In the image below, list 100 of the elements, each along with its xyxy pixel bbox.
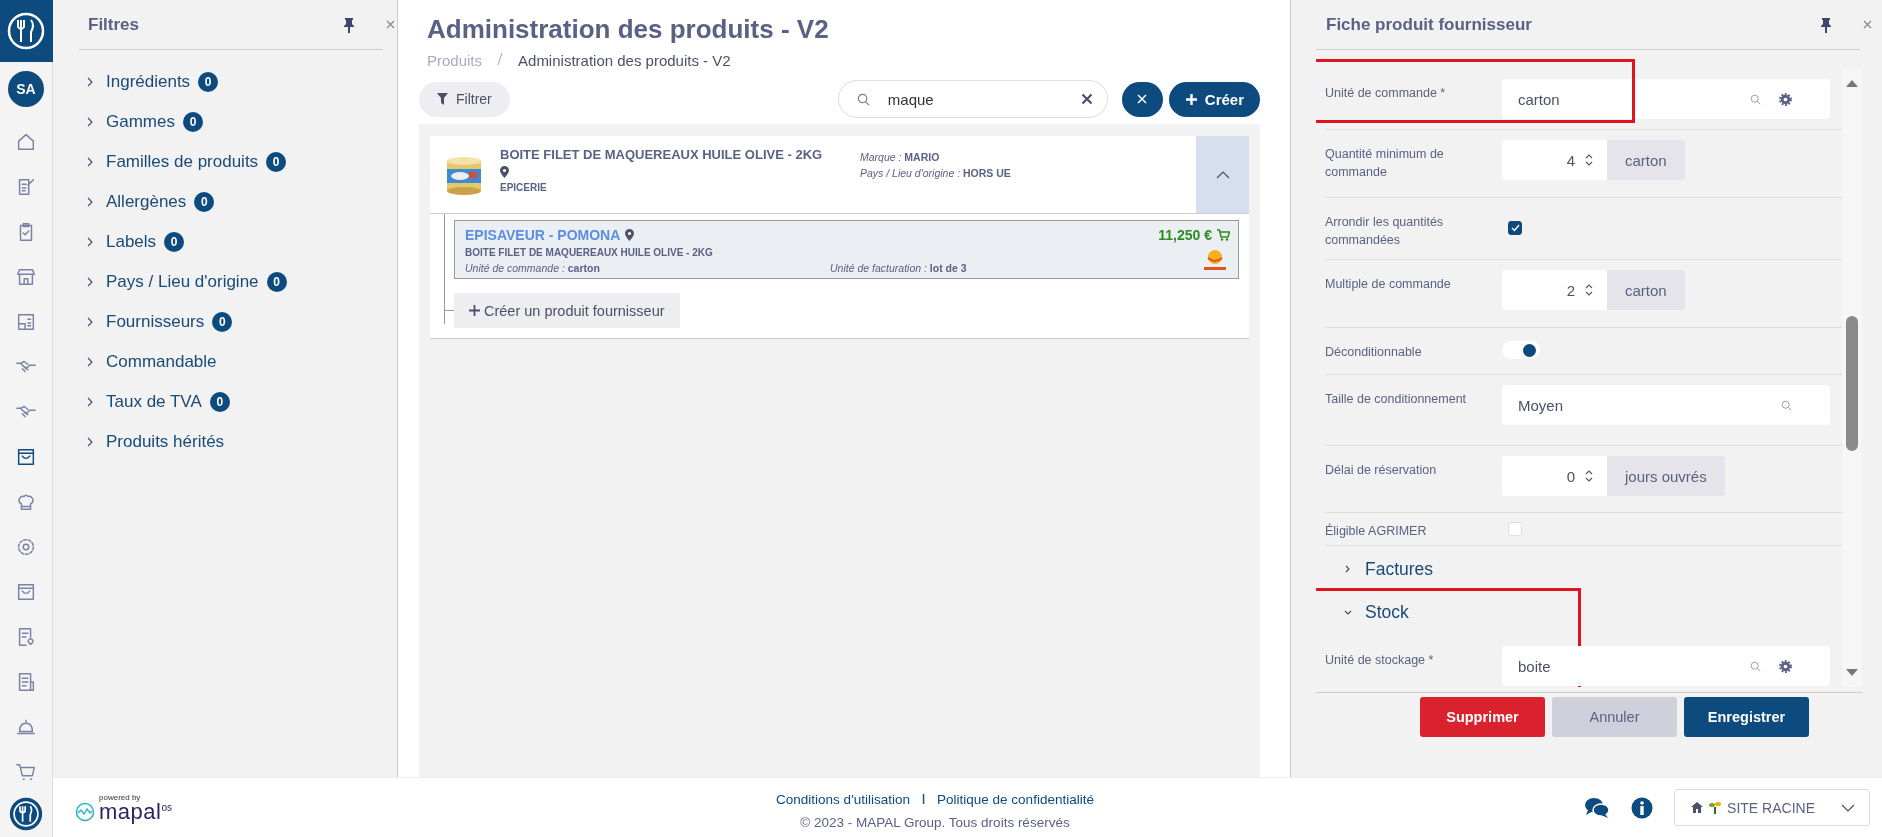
settings-icon[interactable] (1779, 659, 1792, 673)
chevron-icon[interactable] (86, 317, 94, 327)
count-badge: 0 (212, 312, 233, 332)
count-badge: 0 (209, 392, 230, 412)
toggle-switch[interactable] (1502, 341, 1540, 359)
cart-icon[interactable] (15, 761, 37, 783)
app-logo-icon[interactable] (0, 0, 53, 62)
brand-suffix: os (161, 802, 172, 814)
location-pin-icon (500, 166, 509, 178)
delete-button[interactable]: Supprimer (1420, 697, 1545, 737)
stepper-icon[interactable] (1585, 283, 1593, 297)
supplier-product-name: BOITE FILET DE MAQUEREAUX HUILE OLIVE - 2KG (465, 247, 713, 258)
chevron-icon[interactable] (86, 437, 94, 447)
close-icon[interactable] (1863, 20, 1872, 29)
chevron-icon[interactable] (86, 77, 94, 87)
supplier-product-card[interactable]: EPISAVEUR - POMONA 11,250 € BOITE FILET DE MAQUEREAUX HUILE OLIVE - 2KG Unité de commande : carton Unité de facturation : lot de 3 (454, 220, 1239, 279)
filter-item[interactable]: Pays / Lieu d'origine (106, 272, 259, 292)
field-label: Délai de réservation (1325, 462, 1438, 479)
scroll-up-arrow-icon[interactable] (1846, 79, 1858, 87)
filter-button[interactable]: Filtrer (419, 81, 510, 117)
pin-icon[interactable] (1819, 16, 1833, 33)
copyright-text: © 2023 - MAPAL Group. Tous droits réservés (800, 814, 1070, 830)
plus-icon (1184, 92, 1198, 106)
settings-icon[interactable] (1779, 92, 1792, 106)
filter-item[interactable]: Fournisseurs (106, 312, 205, 332)
cancel-button[interactable]: Annuler (1552, 697, 1677, 737)
field-label: Quantité minimum de commande (1325, 146, 1445, 181)
panel-title: Filtres (87, 14, 140, 35)
count-badge: 0 (182, 112, 203, 132)
chevron-down-icon (1841, 803, 1855, 812)
number-field[interactable]: 2 (1502, 270, 1607, 310)
unit-label: carton (1607, 140, 1685, 180)
field-label: Arrondir les quantités commandées (1325, 214, 1445, 249)
filter-item[interactable]: Ingrédients (106, 72, 191, 92)
count-badge: 0 (164, 232, 185, 252)
filter-item[interactable]: Allergènes (106, 192, 187, 212)
filter-item[interactable]: Labels (106, 232, 157, 252)
home-icon[interactable] (15, 131, 37, 153)
stepper-icon[interactable] (1585, 153, 1593, 167)
filter-icon (437, 93, 448, 105)
close-button[interactable] (1121, 81, 1163, 117)
settings-icon[interactable] (15, 536, 37, 558)
info-icon[interactable] (1631, 796, 1654, 819)
lookup-field[interactable]: boite (1502, 646, 1830, 686)
close-icon[interactable] (386, 20, 395, 29)
panel-title: Fiche produit fournisseur (1325, 14, 1532, 35)
chevron-icon[interactable] (86, 197, 94, 207)
filter-item[interactable]: Taux de TVA (106, 392, 202, 412)
search-icon (856, 92, 870, 106)
store-icon[interactable] (15, 266, 37, 288)
chevron-icon[interactable] (86, 277, 94, 287)
scroll-down-arrow-icon[interactable] (1846, 669, 1858, 677)
pin-icon[interactable] (342, 16, 356, 33)
chat-icon[interactable] (1584, 796, 1611, 819)
select-field[interactable]: Moyen (1502, 385, 1830, 425)
count-badge: 0 (266, 152, 287, 172)
footer-link[interactable]: Conditions d'utilisation (776, 791, 910, 807)
number-field[interactable]: 0 (1502, 456, 1607, 496)
origin-text: Pays / Lieu d'origine : HORS UE (860, 167, 1011, 179)
field-label: Unité de commande * (1325, 85, 1447, 102)
unit-label: carton (1607, 270, 1685, 310)
location-pin-icon (625, 229, 635, 241)
filter-item[interactable]: Gammes (106, 112, 175, 132)
bag-icon[interactable] (15, 446, 37, 468)
lookup-field[interactable]: carton (1502, 79, 1830, 119)
brand-text: Marque : MARIO (860, 151, 941, 163)
chevron-icon[interactable] (86, 157, 94, 167)
save-button[interactable]: Enregistrer (1684, 697, 1809, 737)
chevron-icon[interactable] (86, 357, 94, 367)
field-label: Unité de stockage * (1325, 652, 1435, 669)
clear-icon[interactable] (1080, 93, 1093, 105)
link-separator: | (922, 791, 926, 806)
product-category: EPICERIE (500, 182, 547, 193)
brand-name: mapal (99, 802, 162, 823)
scrollbar[interactable] (1842, 69, 1862, 687)
filter-item[interactable]: Produits hérités (106, 432, 225, 452)
product-name[interactable]: BOITE FILET DE MAQUEREAUX HUILE OLIVE - 2KG (500, 147, 823, 162)
close-icon (1137, 94, 1148, 104)
field-label: Taille de conditionnement (1325, 391, 1468, 408)
create-button[interactable]: Créer (1168, 81, 1260, 117)
scrollbar-thumb[interactable] (1846, 316, 1858, 451)
chevron-icon[interactable] (86, 117, 94, 127)
unit-label: jours ouvrés (1607, 456, 1725, 496)
cart-icon[interactable] (1217, 229, 1230, 241)
section-header[interactable]: Stock (1365, 601, 1409, 623)
app-logo-icon[interactable] (9, 797, 43, 831)
stepper-icon[interactable] (1585, 469, 1593, 483)
building-icon[interactable] (15, 311, 37, 333)
section-header[interactable]: Factures (1365, 558, 1434, 580)
chevron-icon[interactable] (86, 237, 94, 247)
site-selector[interactable]: SITE RACINE (1674, 789, 1870, 827)
number-field[interactable]: 4 (1502, 140, 1607, 180)
checkbox[interactable] (1508, 221, 1522, 235)
chevron-icon[interactable] (86, 397, 94, 407)
filter-item[interactable]: Commandable (106, 352, 217, 372)
user-avatar[interactable]: SA (8, 71, 44, 107)
footer-link[interactable]: Politique de confidentialité (937, 791, 1094, 807)
filter-item[interactable]: Familles de produits (106, 152, 259, 172)
create-supplier-product-button[interactable]: Créer un produit fournisseur (454, 293, 680, 328)
price: 11,250 € (1158, 227, 1212, 243)
